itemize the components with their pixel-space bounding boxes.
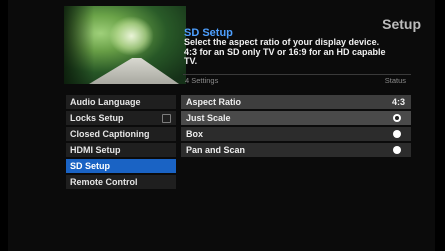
screen-title: Setup [382,16,421,32]
settings-count: 4 Settings [185,76,219,85]
info-bar: 4 Settings Status [183,74,411,85]
menu-item-remote-control[interactable]: Remote Control [66,175,176,189]
preview-sky [109,16,154,56]
menu-item-audio-language[interactable]: Audio Language [66,95,176,109]
menu-item-locks-setup[interactable]: Locks Setup [66,111,176,125]
radio-icon[interactable] [393,146,401,154]
status-label: Status [384,76,406,85]
menu-item-label: Locks Setup [70,113,124,123]
option-label: Just Scale [186,113,231,123]
aspect-ratio-value: 4:3 [391,97,405,107]
preview-shade [64,6,94,84]
lock-icon [162,114,171,123]
option-just-scale[interactable]: Just Scale [181,111,411,125]
aspect-ratio-options: Aspect Ratio 4:3 Just Scale Box Pan and … [181,95,411,159]
radio-selected-icon[interactable] [393,114,401,122]
option-header-label: Aspect Ratio [186,97,242,107]
radio-icon[interactable] [393,130,401,138]
option-label: Box [186,129,204,139]
description-body: Select the aspect ratio of your display … [184,37,386,66]
menu-item-label: SD Setup [70,161,111,171]
menu-item-closed-captioning[interactable]: Closed Captioning [66,127,176,141]
menu-item-hdmi-setup[interactable]: HDMI Setup [66,143,176,157]
aspect-ratio-header: Aspect Ratio 4:3 [181,95,411,109]
menu-item-label: Audio Language [70,97,141,107]
menu-item-label: Remote Control [70,177,138,187]
option-box[interactable]: Box [181,127,411,141]
preview-image [64,6,186,84]
option-pan-and-scan[interactable]: Pan and Scan [181,143,411,157]
menu-item-label: HDMI Setup [70,145,121,155]
option-label: Pan and Scan [186,145,246,155]
setup-menu: Audio Language Locks Setup Closed Captio… [66,95,176,191]
menu-item-label: Closed Captioning [70,129,150,139]
menu-item-sd-setup[interactable]: SD Setup [66,159,176,173]
preview-road [89,58,179,84]
